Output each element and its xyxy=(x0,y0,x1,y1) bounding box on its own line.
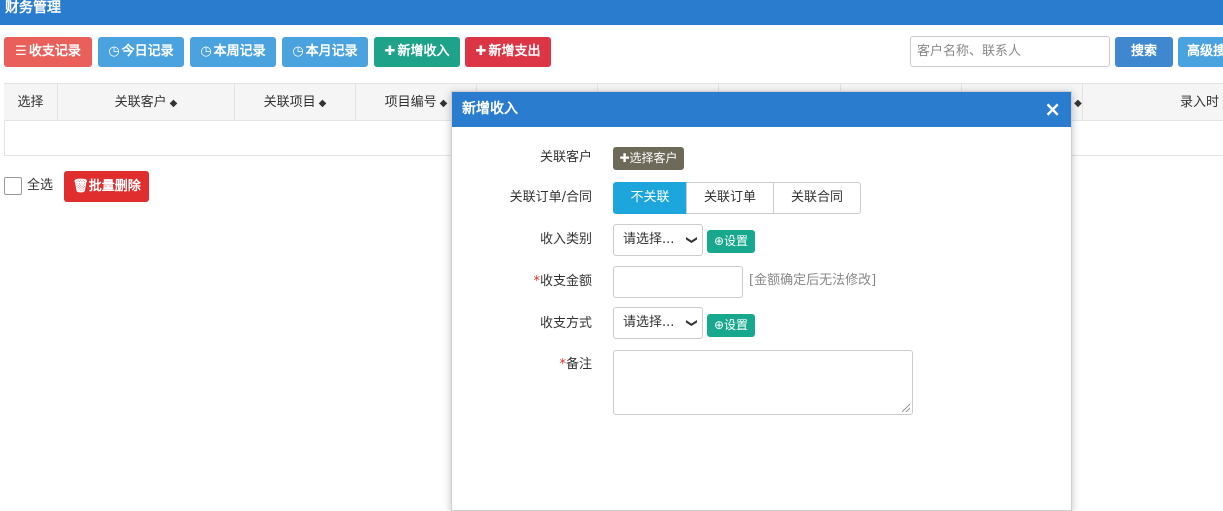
search-input[interactable] xyxy=(910,36,1110,67)
plus-circle-icon: ⊕ xyxy=(713,318,725,332)
search-button-label: 搜索 xyxy=(1130,44,1157,59)
column-header-label: 关联项目 xyxy=(263,95,316,110)
column-header-label: 项目编号 xyxy=(384,95,437,110)
plus-icon: ✚ xyxy=(619,151,630,165)
choose-customer-button[interactable]: ✚选择客户 xyxy=(613,147,684,170)
plus-circle-icon: ⊕ xyxy=(713,234,725,248)
payment-method-value: 请选择... xyxy=(623,315,675,330)
amount-label: *收支金额 xyxy=(452,273,592,291)
amount-note: [金额确定后无法修改] xyxy=(749,273,877,288)
column-header-project[interactable]: 关联项目 ◆ xyxy=(235,84,356,121)
income-category-value: 请选择... xyxy=(623,232,675,247)
amount-input[interactable] xyxy=(613,266,743,298)
link-order-contract-label: 关联订单/合同 xyxy=(509,190,592,205)
today-button-label: 今日记录 xyxy=(121,44,174,59)
sort-icon: ◆ xyxy=(169,98,178,109)
sort-icon: ◆ xyxy=(318,98,327,109)
add-income-button-label: 新增收入 xyxy=(397,44,450,59)
today-button[interactable]: ◷ 今日记录 xyxy=(98,37,184,67)
settings-label: 设置 xyxy=(724,318,749,332)
remark-label: *备注 xyxy=(452,356,592,374)
remark-label-text: 备注 xyxy=(565,357,592,372)
month-button[interactable]: ◷ 本月记录 xyxy=(282,37,368,67)
amount-label-text: 收支金额 xyxy=(539,274,592,289)
month-button-label: 本月记录 xyxy=(305,44,358,59)
week-button[interactable]: ◷ 本周记录 xyxy=(190,37,276,67)
settings-label: 设置 xyxy=(724,234,749,248)
link-option-contract[interactable]: 关联合同 xyxy=(773,182,861,214)
column-header-customer[interactable]: 关联客户 ◆ xyxy=(58,84,235,121)
sort-icon: ◆ xyxy=(1074,98,1082,109)
add-expense-button[interactable]: ✚ 新增支出 xyxy=(465,37,551,67)
plus-icon: ✚ xyxy=(384,44,396,59)
category-settings-button[interactable]: ⊕设置 xyxy=(707,230,755,253)
search-button[interactable]: 搜索 xyxy=(1115,37,1173,67)
close-icon[interactable]: × xyxy=(1044,92,1061,127)
clock-icon: ◷ xyxy=(292,44,304,59)
page-title-bar: 财务管理 xyxy=(0,0,1223,25)
clock-icon: ◷ xyxy=(108,44,120,59)
dialog-title: 新增收入 xyxy=(462,101,518,117)
add-income-dialog: 新增收入 × 关联客户 ✚选择客户 关联订单/合同 不关联 关联订单 关联合同 … xyxy=(451,91,1072,511)
add-income-button[interactable]: ✚ 新增收入 xyxy=(374,37,460,67)
remark-textarea[interactable] xyxy=(613,350,913,415)
column-header-label: 录入时 xyxy=(1180,95,1220,110)
dialog-header: 新增收入 × xyxy=(452,92,1071,127)
column-header-entry-time[interactable]: 录入时 xyxy=(1083,84,1223,121)
customer-label: 关联客户 xyxy=(539,150,592,165)
batch-delete-button[interactable]: 🗑批量删除 xyxy=(64,171,149,202)
select-all-checkbox[interactable] xyxy=(4,177,22,195)
column-header-label: 选择 xyxy=(17,95,44,110)
method-settings-button[interactable]: ⊕设置 xyxy=(707,314,755,337)
column-header-label: 关联客户 xyxy=(114,95,167,110)
advanced-search-button-label: 高级搜 xyxy=(1187,44,1223,59)
payment-method-select[interactable]: 请选择... ❯ xyxy=(613,307,703,339)
column-header-select: 选择 xyxy=(4,84,58,121)
payment-method-label: 收支方式 xyxy=(539,316,592,331)
records-button[interactable]: ☰ 收支记录 xyxy=(4,37,92,67)
income-category-label: 收入类别 xyxy=(539,232,592,247)
link-option-none[interactable]: 不关联 xyxy=(613,182,687,214)
choose-customer-label: 选择客户 xyxy=(629,151,678,165)
plus-icon: ✚ xyxy=(475,44,487,59)
sort-icon: ◆ xyxy=(439,98,448,109)
select-all-label: 全选 xyxy=(27,178,54,193)
records-button-label: 收支记录 xyxy=(28,44,81,59)
add-expense-button-label: 新增支出 xyxy=(488,44,541,59)
income-category-select[interactable]: 请选择... ❯ xyxy=(613,224,703,256)
link-option-order[interactable]: 关联订单 xyxy=(686,182,774,214)
advanced-search-button[interactable]: 高级搜 xyxy=(1178,37,1223,67)
chevron-down-icon: ❯ xyxy=(685,235,699,245)
resize-grip-icon[interactable] xyxy=(902,404,910,412)
list-icon: ☰ xyxy=(15,44,27,59)
week-button-label: 本周记录 xyxy=(213,44,266,59)
trash-icon: 🗑 xyxy=(72,179,89,194)
page-title: 财务管理 xyxy=(5,0,61,16)
chevron-down-icon: ❯ xyxy=(685,318,699,328)
clock-icon: ◷ xyxy=(200,44,212,59)
batch-delete-label: 批量删除 xyxy=(88,179,141,194)
